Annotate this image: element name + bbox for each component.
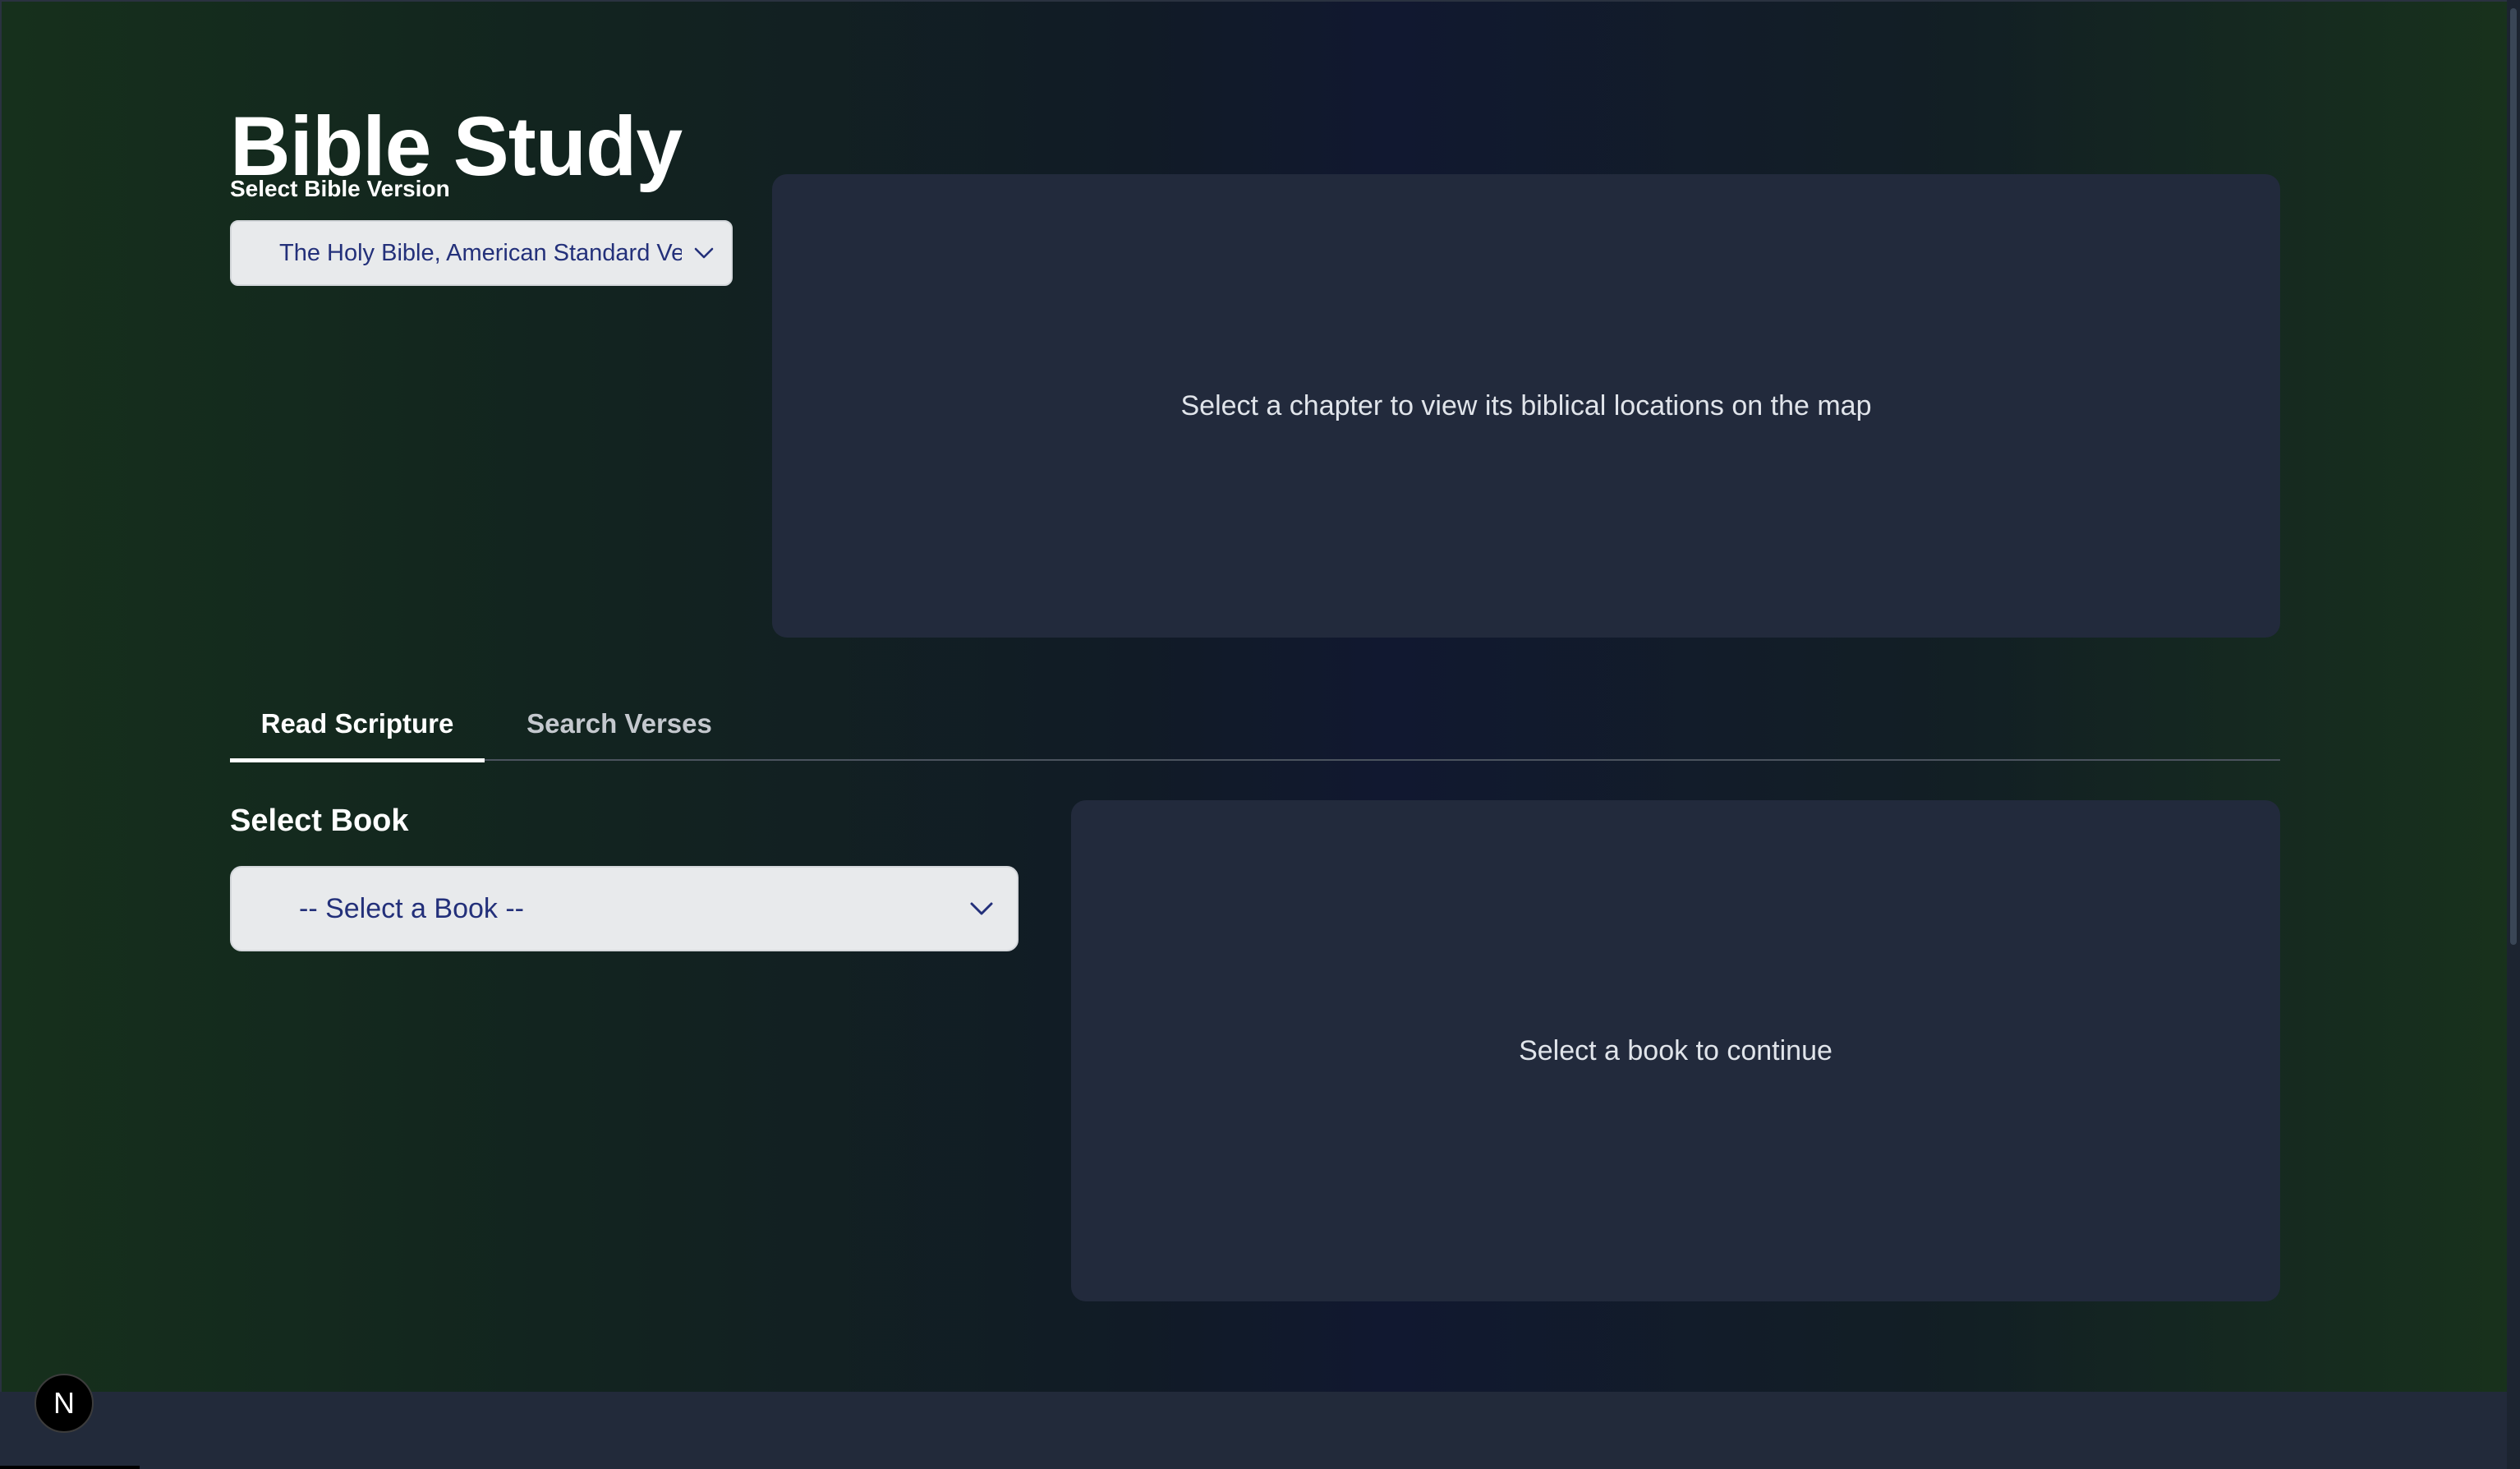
chevron-down-icon: [970, 902, 993, 915]
tab-read-scripture[interactable]: Read Scripture: [230, 687, 485, 762]
footer-band: [0, 1392, 2520, 1469]
scrollbar-thumb[interactable]: [2510, 8, 2517, 945]
version-select-label: Select Bible Version: [230, 176, 450, 201]
book-select-placeholder: -- Select a Book --: [299, 892, 524, 924]
book-select-label: Select Book: [230, 804, 409, 838]
map-panel: Select a chapter to view its biblical lo…: [772, 174, 2280, 638]
bottom-edge-mark: [0, 1466, 140, 1469]
bible-version-value: The Holy Bible, American Standard Versio…: [279, 239, 682, 266]
chevron-down-icon: [694, 247, 714, 259]
book-select[interactable]: -- Select a Book --: [230, 866, 1019, 951]
content-panel-message: Select a book to continue: [1519, 1034, 1833, 1066]
bible-version-select[interactable]: The Holy Bible, American Standard Versio…: [230, 220, 733, 286]
tab-bar: Read Scripture Search Verses: [230, 687, 2280, 762]
chapter-content-panel: Select a book to continue: [1071, 800, 2280, 1301]
tab-search-verses[interactable]: Search Verses: [504, 687, 734, 761]
map-panel-message: Select a chapter to view its biblical lo…: [1180, 389, 1872, 421]
nextjs-devtools-button[interactable]: N: [34, 1374, 94, 1433]
